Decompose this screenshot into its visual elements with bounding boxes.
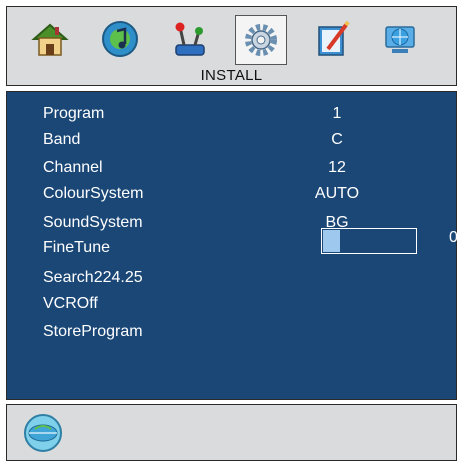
house-icon — [31, 23, 69, 56]
menu-item-band[interactable]: Band C — [7, 131, 456, 155]
top-icon-bar: INSTALL — [6, 6, 457, 86]
fine-tune-slider-fill — [323, 230, 340, 252]
menu-item-search[interactable]: Search224.25 — [7, 269, 456, 293]
menu-item-label: Program — [43, 105, 105, 122]
menu-item-channel[interactable]: Channel 12 — [7, 159, 456, 183]
menu-item-value: 1 — [332, 105, 342, 122]
menu-item-label: Channel — [43, 159, 103, 176]
tab-install[interactable] — [235, 15, 287, 65]
globe-icon — [24, 414, 62, 452]
install-menu-panel: Program 1 Band C Channel 12 ColourSystem… — [6, 91, 458, 400]
tab-picture[interactable] — [25, 15, 75, 63]
menu-item-colour-system[interactable]: ColourSystem AUTO — [7, 185, 456, 209]
gear-icon — [245, 24, 277, 56]
menu-item-value: AUTO — [314, 185, 360, 202]
menu-item-label: Band — [43, 131, 81, 148]
tab-network[interactable] — [375, 15, 425, 63]
music-icon — [102, 21, 138, 57]
menu-item-label: FineTune — [43, 239, 110, 256]
notepad-icon — [318, 20, 350, 56]
tab-game[interactable] — [165, 15, 215, 63]
menu-item-value: C — [331, 131, 343, 148]
tab-notes[interactable] — [307, 15, 357, 63]
menu-item-label: StoreProgram — [43, 323, 143, 340]
menu-item-label: Search224.25 — [43, 269, 143, 286]
fine-tune-value: 0 — [449, 229, 458, 246]
menu-item-vcr[interactable]: VCROff — [7, 295, 456, 319]
tab-sound[interactable] — [95, 15, 145, 63]
joystick-icon — [175, 22, 205, 56]
menu-item-label: SoundSystem — [43, 214, 143, 231]
menu-item-store-program[interactable]: StoreProgram — [7, 323, 456, 347]
tv-osd-frame: INSTALL Program 1 Band C Channel 12 Colo… — [6, 6, 458, 461]
globe-icon — [385, 26, 415, 53]
menu-item-label: VCROff — [43, 295, 98, 312]
page-title: INSTALL — [200, 67, 263, 84]
menu-item-program[interactable]: Program 1 — [7, 105, 456, 129]
menu-item-label: ColourSystem — [43, 185, 144, 202]
bottom-bar — [6, 404, 457, 461]
fine-tune-slider[interactable] — [321, 228, 417, 254]
menu-item-value: 12 — [328, 159, 346, 176]
